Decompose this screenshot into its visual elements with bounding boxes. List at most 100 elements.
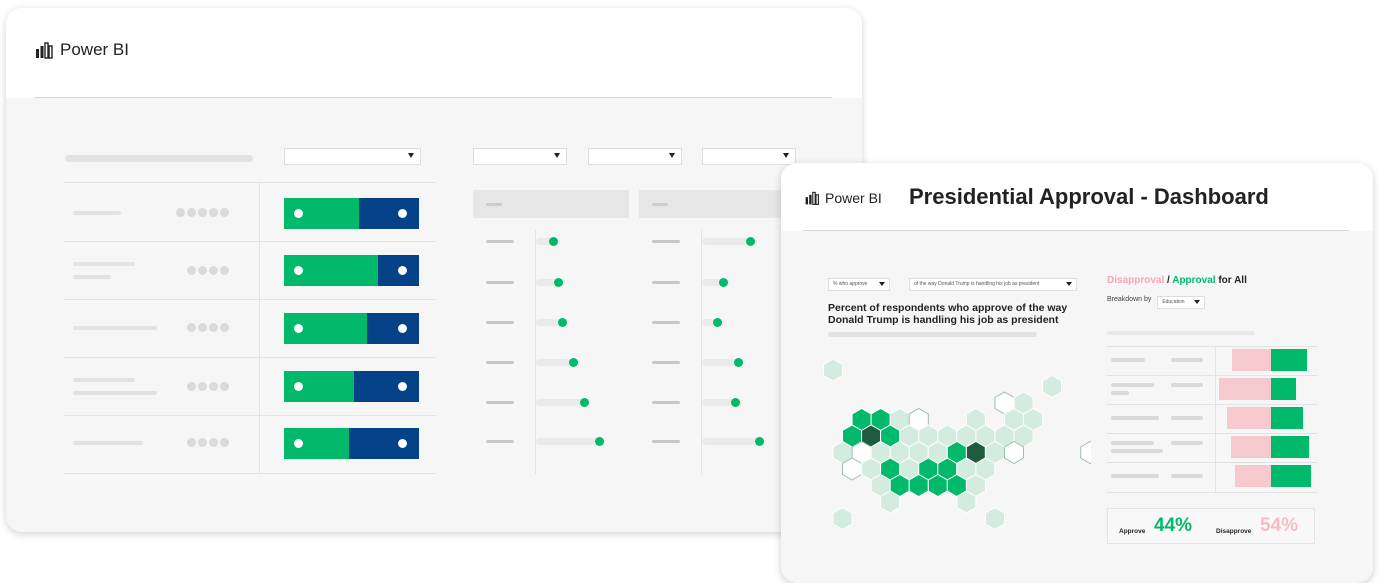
filter-dropdown-2[interactable] [473,148,567,165]
breakdown-dropdown-value: Education [1162,299,1185,305]
rating-dots [187,438,231,447]
state-hex[interactable] [823,358,843,382]
row-label [73,391,157,395]
approval-label: Approval [1172,275,1216,286]
row-label [1111,358,1145,362]
state-hex[interactable] [1004,440,1024,465]
question-dropdown[interactable]: of the way Donald Trump is handling his … [909,278,1077,291]
data-dot [569,358,578,367]
header-divider [34,97,832,98]
data-dot [734,358,743,367]
state-hex[interactable] [908,473,929,498]
powerbi-report-card: Power BI [6,8,862,532]
table-divider [64,473,436,474]
row-label [73,262,135,266]
row-label [486,240,514,243]
for-all-label: for All [1215,275,1247,286]
hex-map [823,358,1091,531]
state-hex[interactable] [1080,440,1091,465]
powerbi-logo: Power BI [804,190,882,206]
row-label [486,440,514,443]
dashboard-title: Presidential Approval - Dashboard [909,184,1269,209]
presidential-approval-dashboard: Power BI Presidential Approval - Dashboa… [781,163,1373,583]
state-hex[interactable] [880,490,901,514]
chevron-down-icon [783,153,789,158]
state-hex[interactable] [956,490,977,514]
logo-text: Power BI [60,40,129,59]
state-hex[interactable] [832,506,853,531]
rating-dots [187,382,231,391]
row-label [73,326,157,330]
data-dot [713,318,722,327]
disapproval-bar [1227,407,1271,429]
row-label [652,440,680,443]
row-label [1111,416,1159,420]
chevron-down-icon [408,153,414,158]
chevron-down-icon [879,282,885,286]
column-header-label [486,203,502,206]
powerbi-icon [805,191,819,205]
approval-bar [1271,465,1311,487]
state-hex[interactable] [842,457,863,481]
stacked-bar [284,255,419,286]
breakdown-control: Breakdown by Education [1107,294,1206,309]
breakdown-dropdown[interactable]: Education [1157,296,1206,309]
data-dot [731,398,740,407]
row-label [1111,391,1129,395]
placeholder-label [1107,331,1255,335]
chevron-down-icon [554,153,560,158]
data-dot [595,437,604,446]
row-label [1111,383,1154,387]
question-dropdown-value: of the way Donald Trump is handling his … [914,281,1040,287]
state-hex[interactable] [984,506,1005,531]
row-label [652,281,680,284]
table-divider [64,415,436,416]
table-divider [64,241,436,242]
table-divider [64,357,436,358]
table-divider [1107,375,1317,376]
data-dot [554,278,563,287]
rating-dots [187,323,231,332]
rating-dots [176,208,231,217]
row-label [1171,416,1203,420]
row-label [652,321,680,324]
filter-dropdown-1[interactable] [284,148,421,165]
data-dot [558,318,567,327]
placeholder-subtitle [828,332,1037,337]
rating-dots [187,266,231,275]
data-dot [549,237,558,246]
data-dot [755,437,764,446]
row-label [652,240,680,243]
row-label [1171,358,1203,362]
row-label [486,401,514,404]
data-dot [746,237,755,246]
disapproval-label: Disapproval [1107,275,1165,286]
row-label [652,401,680,404]
axis-line [535,230,536,474]
row-label [1111,441,1154,445]
data-dot [719,278,728,287]
row-label [1111,474,1159,478]
state-hex[interactable] [927,473,948,498]
kpi-summary: Approve 44% Disapprove 54% [1107,508,1315,544]
table-divider [1107,404,1317,405]
logo-text: Power BI [825,190,882,206]
chevron-down-icon [669,153,675,158]
metric-dropdown[interactable]: % who approve [828,278,890,291]
report-header [6,8,862,98]
stacked-bar [284,198,419,229]
row-label [1111,449,1163,453]
powerbi-icon [36,42,53,59]
row-label [652,361,680,364]
metric-dropdown-value: % who approve [833,281,868,287]
approve-value: 44% [1154,515,1193,536]
filter-dropdown-3[interactable] [588,148,682,165]
state-hex[interactable] [1042,374,1063,399]
stacked-bar [284,313,419,344]
column-header-label [652,203,668,206]
powerbi-logo: Power BI [34,40,129,60]
row-label [1171,383,1203,387]
row-label [73,441,143,445]
approve-label: Approve [1119,528,1146,535]
disapproval-bar [1235,465,1271,487]
